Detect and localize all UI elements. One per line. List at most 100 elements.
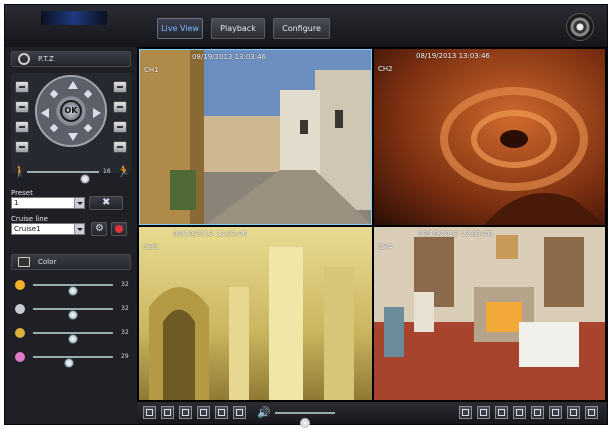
pan-right-arrow-icon[interactable] — [93, 108, 101, 118]
ptz-title: P.T.Z — [38, 55, 54, 63]
pan-up-left-arrow-icon[interactable] — [49, 89, 59, 99]
video-grid: 08/19/2013 13:03:46 CH1 08/19/2013 13:03… — [137, 47, 607, 402]
ch1-label: CH1 — [144, 66, 159, 74]
contrast-slider: 32 — [11, 302, 135, 320]
pan-left-arrow-icon[interactable] — [41, 108, 49, 118]
speed-slider-handle[interactable] — [79, 174, 90, 184]
tab-configure[interactable]: Configure — [273, 18, 330, 39]
pan-down-arrow-icon[interactable] — [68, 133, 78, 141]
preset-call-button[interactable] — [89, 196, 123, 210]
saturation-slider: 32 — [11, 326, 135, 344]
dvr-web-client: Live View Playback Configure P.T.Z OK 🚶 … — [4, 4, 608, 428]
volume-slider-track[interactable] — [275, 412, 335, 428]
snapshot-icon[interactable] — [161, 406, 174, 419]
zoom-in-button[interactable] — [15, 81, 29, 93]
focus-near-button[interactable] — [15, 101, 29, 113]
ch3-label: CH3 — [143, 243, 158, 251]
ptz-speed-slider: 🚶 16 🏃 — [11, 164, 131, 184]
cruise-stop-button[interactable] — [111, 222, 127, 236]
screen-frame: Live View Playback Configure P.T.Z OK 🚶 … — [0, 0, 612, 429]
pan-up-arrow-icon[interactable] — [68, 81, 78, 89]
volume-slider-handle[interactable] — [300, 418, 310, 428]
bottom-toolbar: 🔊 — [137, 402, 607, 428]
brightness-slider-handle[interactable] — [68, 286, 78, 296]
control-panel: P.T.Z OK 🚶 16 🏃 Preset 1 ✖ Cruise line C… — [5, 47, 137, 424]
fast-speed-icon: 🏃 — [117, 165, 131, 178]
color-section-header[interactable]: Color — [11, 254, 131, 270]
street-scene-image — [140, 50, 371, 224]
hue-slider-track[interactable] — [33, 356, 113, 368]
record-icon[interactable] — [179, 406, 192, 419]
pan-up-right-arrow-icon[interactable] — [83, 89, 93, 99]
saturation-value: 32 — [121, 329, 129, 336]
contrast-icon — [15, 304, 25, 314]
speed-value: 16 — [103, 168, 111, 175]
volume-icon: 🔊 — [257, 406, 271, 419]
focus-far-button[interactable] — [113, 101, 127, 113]
camera-logo-icon[interactable] — [566, 13, 594, 41]
previous-page-icon[interactable] — [567, 406, 580, 419]
layout-6-icon[interactable] — [495, 406, 508, 419]
cruise-line-select[interactable]: Cruise1 — [11, 223, 85, 235]
cruise-line-label: Cruise line — [11, 215, 48, 223]
contrast-value: 32 — [121, 305, 129, 312]
ptz-icon — [18, 53, 30, 65]
hue-icon — [15, 352, 25, 362]
layout-16-icon[interactable] — [549, 406, 562, 419]
layout-1-icon[interactable] — [459, 406, 472, 419]
arched-corridor-image — [149, 247, 354, 400]
saturation-slider-handle[interactable] — [68, 334, 78, 344]
pan-down-left-arrow-icon[interactable] — [49, 123, 59, 133]
ptz-section-header[interactable]: P.T.Z — [11, 51, 131, 67]
chevron-down-icon[interactable] — [74, 224, 84, 234]
ch2-label: CH2 — [378, 65, 393, 73]
aux-right-button[interactable] — [113, 141, 127, 153]
ptz-control-pad: OK — [11, 73, 131, 173]
stop-all-icon[interactable] — [143, 406, 156, 419]
spiral-staircase-image — [440, 87, 605, 225]
ch3-timestamp: 08/19/2013 13:03:46 — [173, 230, 248, 238]
brand-logo — [41, 11, 107, 25]
iris-close-button[interactable] — [113, 121, 127, 133]
zoom-out-button[interactable] — [113, 81, 127, 93]
audio-icon[interactable] — [233, 406, 246, 419]
saturation-slider-track[interactable] — [33, 332, 113, 344]
aux-left-button[interactable] — [15, 141, 29, 153]
tab-playback[interactable]: Playback — [211, 18, 265, 39]
preset-select[interactable]: 1 — [11, 197, 85, 209]
cruise-start-button[interactable] — [91, 222, 107, 236]
saturation-icon — [15, 328, 25, 338]
video-tile-ch2[interactable]: 08/19/2013 13:03:46 CH2 — [374, 49, 605, 225]
brightness-slider-track[interactable] — [33, 284, 113, 296]
slow-speed-icon: 🚶 — [13, 165, 27, 178]
chevron-down-icon[interactable] — [74, 198, 84, 208]
hue-slider-handle[interactable] — [64, 358, 75, 368]
cruise-line-value: Cruise1 — [14, 225, 41, 233]
preset-label: Preset — [11, 189, 33, 197]
next-page-icon[interactable] — [585, 406, 598, 419]
contrast-slider-handle[interactable] — [68, 310, 78, 320]
contrast-slider-track[interactable] — [33, 308, 113, 320]
layout-4-icon[interactable] — [477, 406, 490, 419]
video-tile-ch3[interactable]: 08/19/2013 13:03:46 CH3 — [139, 227, 372, 400]
ch4-timestamp: 08/19/2013 13:03:46 — [418, 230, 493, 238]
ch1-timestamp: 08/19/2013 13:03:46 — [192, 53, 267, 61]
pan-down-right-arrow-icon[interactable] — [83, 123, 93, 133]
brightness-slider: 32 — [11, 278, 135, 296]
video-tile-ch1[interactable]: 08/19/2013 13:03:46 CH1 — [139, 49, 372, 225]
tab-live-view[interactable]: Live View — [157, 18, 203, 39]
video-tile-ch4[interactable]: 08/19/2013 13:03:46 CH4 — [374, 227, 605, 400]
iris-open-button[interactable] — [15, 121, 29, 133]
zoom-icon[interactable] — [197, 406, 210, 419]
color-title: Color — [38, 258, 57, 266]
full-screen-icon[interactable] — [215, 406, 228, 419]
speed-slider-track[interactable] — [27, 171, 99, 184]
living-room-image — [384, 235, 584, 367]
hue-value: 29 — [121, 353, 129, 360]
layout-8-icon[interactable] — [513, 406, 526, 419]
layout-9-icon[interactable] — [531, 406, 544, 419]
ch2-timestamp: 08/19/2013 13:03:46 — [416, 52, 491, 60]
tv-icon — [18, 257, 30, 267]
ch4-label: CH4 — [378, 243, 393, 251]
ok-button[interactable]: OK — [60, 100, 82, 122]
